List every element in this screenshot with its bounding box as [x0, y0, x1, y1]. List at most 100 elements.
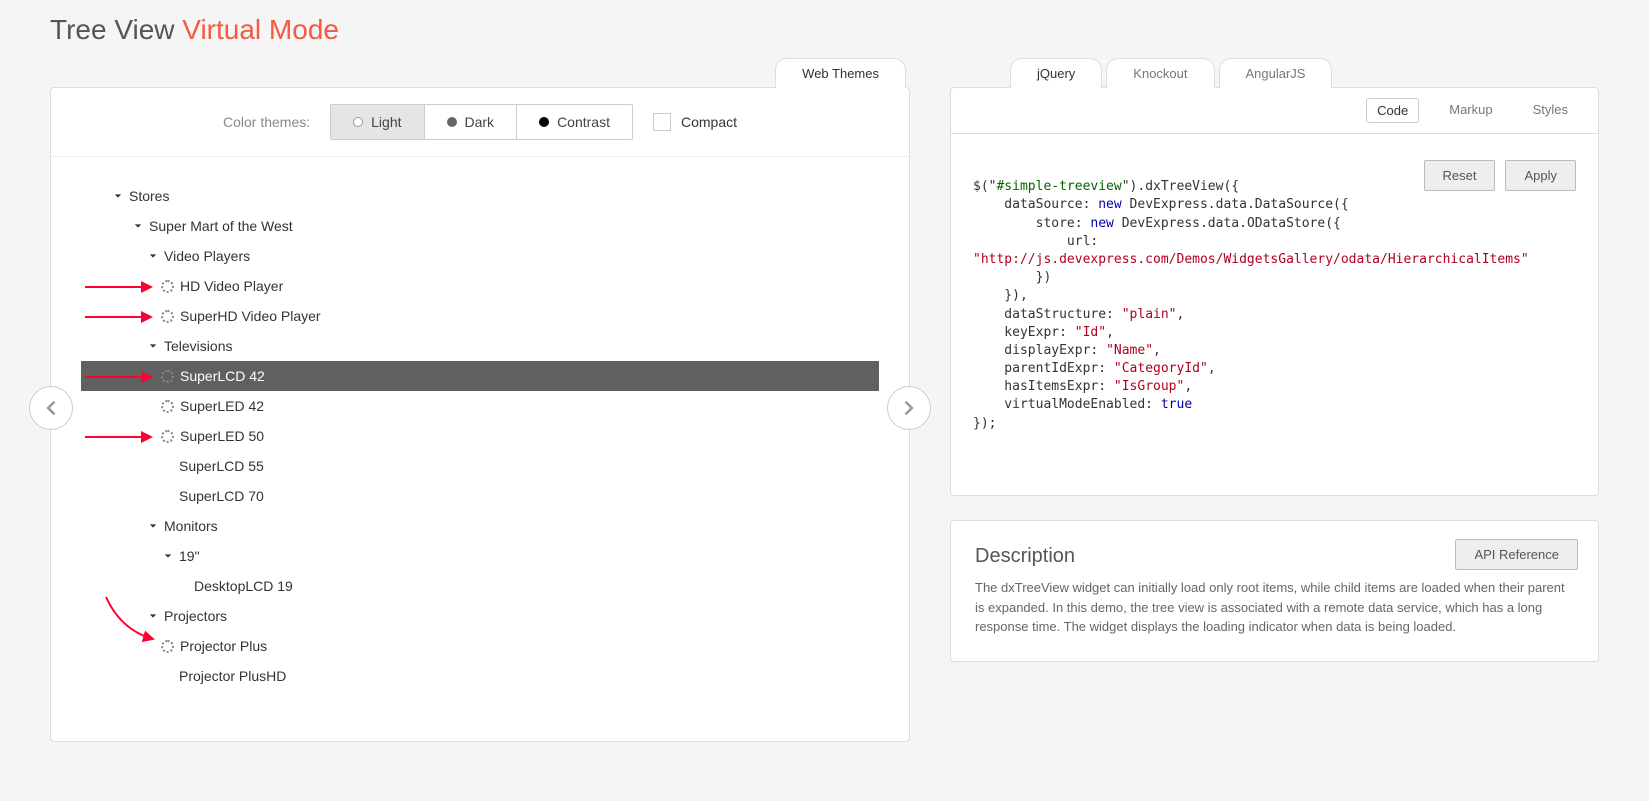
chevron-down-icon — [146, 249, 160, 263]
tree-node[interactable]: Televisions — [81, 331, 879, 361]
reset-button[interactable]: Reset — [1424, 160, 1496, 191]
code-text: $(" — [973, 179, 996, 194]
tree-node-label: SuperLCD 55 — [179, 458, 264, 474]
tree-node-label: Projector Plus — [180, 638, 267, 654]
code-text: "http://js.devexpress.com/Demos/WidgetsG… — [973, 252, 1529, 267]
tree-node-label: DesktopLCD 19 — [194, 578, 293, 594]
tree-node-label: 19" — [179, 548, 200, 564]
code-text: "IsGroup" — [1114, 379, 1184, 394]
theme-light-button[interactable]: Light — [331, 105, 424, 139]
tree-node-label: Projector PlusHD — [179, 668, 286, 684]
code-text: ").dxTreeView({ — [1122, 179, 1239, 194]
theme-dark-button[interactable]: Dark — [425, 105, 518, 139]
code-text: dataStructure: — [973, 307, 1122, 322]
framework-tabs: jQuery Knockout AngularJS — [950, 58, 1599, 88]
tree-node-label: SuperLCD 70 — [179, 488, 264, 504]
code-text: displayExpr: — [973, 343, 1106, 358]
compact-toggle[interactable]: Compact — [653, 113, 737, 131]
tree-node[interactable]: Video Players — [81, 241, 879, 271]
theme-contrast-button[interactable]: Contrast — [517, 105, 632, 139]
code-text: DevExpress.data.ODataStore({ — [1114, 216, 1341, 231]
tree-node[interactable]: SuperLCD 70 — [81, 481, 879, 511]
tree-node-label: SuperLCD 42 — [180, 368, 265, 384]
tree-node-label: Televisions — [164, 338, 232, 354]
chevron-down-icon — [131, 219, 145, 233]
code-text: "CategoryId" — [1114, 361, 1208, 376]
tree-node[interactable]: 19" — [81, 541, 879, 571]
tree-node-label: SuperLED 42 — [180, 398, 264, 414]
code-block: $("#simple-treeview").dxTreeView({ dataS… — [951, 134, 1598, 495]
loading-spinner-icon — [161, 280, 174, 293]
tree-node[interactable]: SuperLED 42 — [81, 391, 879, 421]
code-text: #simple-treeview — [996, 179, 1121, 194]
tab-angularjs[interactable]: AngularJS — [1219, 58, 1333, 88]
tab-web-themes[interactable]: Web Themes — [775, 58, 906, 88]
code-text: }); — [973, 416, 996, 431]
subtab-styles[interactable]: Styles — [1523, 98, 1578, 123]
code-text: new — [1090, 216, 1113, 231]
apply-button[interactable]: Apply — [1505, 160, 1576, 191]
tree-node[interactable]: SuperLED 50 — [81, 421, 879, 451]
tree-node-label: HD Video Player — [180, 278, 283, 294]
tree-node-label: Monitors — [164, 518, 218, 534]
code-text: DevExpress.data.DataSource({ — [1122, 197, 1349, 212]
demo-panel: Color themes: Light Dark Contrast — [50, 87, 910, 742]
code-text: dataSource: — [973, 197, 1098, 212]
code-buttons: Reset Apply — [1424, 160, 1577, 191]
api-reference-button[interactable]: API Reference — [1455, 539, 1578, 570]
subtab-markup[interactable]: Markup — [1439, 98, 1502, 123]
code-text: hasItemsExpr: — [973, 379, 1114, 394]
tree-node-label: Super Mart of the West — [149, 218, 293, 234]
tree-area: Stores Super Mart of the West Video Player… — [51, 157, 909, 741]
tree-node[interactable]: Projectors — [81, 601, 879, 631]
loading-spinner-icon — [161, 310, 174, 323]
tree-node-label: Stores — [129, 188, 169, 204]
tree-node[interactable]: Monitors — [81, 511, 879, 541]
code-text: true — [1161, 397, 1192, 412]
compact-checkbox-icon — [653, 113, 671, 131]
theme-dark-label: Dark — [465, 114, 495, 130]
tab-knockout[interactable]: Knockout — [1106, 58, 1214, 88]
tree-node[interactable]: Projector PlusHD — [81, 661, 879, 691]
code-text: }) — [973, 270, 1051, 285]
code-subtabs: Code Markup Styles — [951, 88, 1598, 134]
tree-node[interactable]: Stores — [81, 181, 879, 211]
treeview[interactable]: Stores Super Mart of the West Video Player… — [81, 181, 879, 691]
code-text: "Id" — [1075, 325, 1106, 340]
code-text: }), — [973, 288, 1028, 303]
tree-node[interactable]: Projector Plus — [81, 631, 879, 661]
tree-node[interactable]: HD Video Player — [81, 271, 879, 301]
tree-node[interactable]: SuperHD Video Player — [81, 301, 879, 331]
loading-spinner-icon — [161, 370, 174, 383]
page-title: Tree View Virtual Mode — [50, 0, 1599, 58]
code-text: "plain" — [1122, 307, 1177, 322]
code-text: store: — [973, 216, 1090, 231]
tree-node[interactable]: DesktopLCD 19 — [81, 571, 879, 601]
tree-node[interactable]: SuperLCD 55 — [81, 451, 879, 481]
contrast-dot-icon — [539, 117, 549, 127]
left-tabs: Web Themes — [50, 58, 910, 88]
annotation-arrow-icon — [85, 280, 155, 297]
loading-spinner-icon — [161, 400, 174, 413]
next-demo-button[interactable] — [887, 386, 931, 430]
theme-contrast-label: Contrast — [557, 114, 610, 130]
compact-label: Compact — [681, 114, 737, 130]
tree-node-label: SuperHD Video Player — [180, 308, 321, 324]
code-panel: Code Markup Styles $("#simple-treeview")… — [950, 87, 1599, 496]
tree-node-label: Projectors — [164, 608, 227, 624]
code-text: url: — [973, 234, 1098, 249]
annotation-arrow-icon — [85, 310, 155, 327]
annotation-arrow-icon — [85, 370, 155, 387]
title-accent: Virtual Mode — [182, 14, 339, 45]
subtab-code[interactable]: Code — [1366, 98, 1419, 123]
description-text: The dxTreeView widget can initially load… — [975, 578, 1574, 637]
chevron-down-icon — [146, 339, 160, 353]
theme-segmented: Light Dark Contrast — [330, 104, 633, 140]
tab-jquery[interactable]: jQuery — [1010, 58, 1102, 88]
theme-bar: Color themes: Light Dark Contrast — [51, 88, 909, 157]
tree-node[interactable]: Super Mart of the West — [81, 211, 879, 241]
tree-node[interactable]: SuperLCD 42 — [81, 361, 879, 391]
prev-demo-button[interactable] — [29, 386, 73, 430]
chevron-down-icon — [146, 609, 160, 623]
description-panel: API Reference Description The dxTreeView… — [950, 520, 1599, 662]
